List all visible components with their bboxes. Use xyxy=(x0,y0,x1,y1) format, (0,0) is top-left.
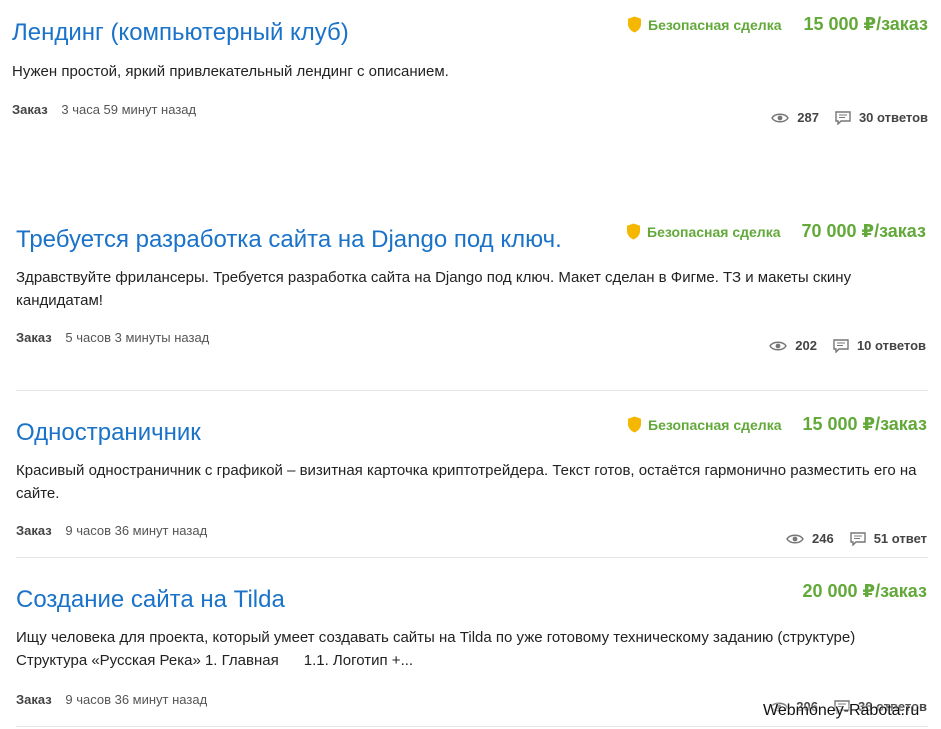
order-title-link[interactable]: Одностраничник xyxy=(16,419,201,447)
order-kind: Заказ xyxy=(16,692,52,707)
safe-deal-badge: Безопасная сделка xyxy=(627,16,782,33)
order-time: 3 часа 59 минут назад xyxy=(61,102,197,117)
order-time: 5 часов 3 минуты назад xyxy=(65,330,210,345)
safe-deal-label: Безопасная сделка xyxy=(648,416,782,433)
views-count: 202 xyxy=(795,338,817,353)
order-price: 20 000 ₽/заказ xyxy=(802,581,928,601)
safe-deal-label: Безопасная сделка xyxy=(647,223,781,240)
views-count: 246 xyxy=(811,531,834,546)
order-stats: 202 10 ответов xyxy=(769,338,926,353)
safe-deal-label: Безопасная сделка xyxy=(648,16,782,33)
safe-deal-badge: Безопасная сделка xyxy=(627,416,782,433)
eye-icon xyxy=(769,340,788,352)
order-kind: Заказ xyxy=(16,523,52,538)
shield-icon xyxy=(628,16,641,33)
order-title-link[interactable]: Требуется разработка сайта на Django под… xyxy=(16,226,562,254)
comment-icon xyxy=(835,110,851,125)
order-description: Красивый одностраничник с графикой – виз… xyxy=(16,462,917,502)
order-kind: Заказ xyxy=(16,330,52,345)
card-divider xyxy=(16,557,928,558)
order-price: 15 000 ₽/заказ xyxy=(803,14,929,34)
order-kind: Заказ xyxy=(12,102,48,117)
card-divider xyxy=(16,390,928,391)
comment-icon xyxy=(833,338,849,353)
order-meta: Заказ 3 часа 59 минут назад xyxy=(12,102,196,117)
eye-icon xyxy=(771,112,790,124)
order-title-link[interactable]: Создание сайта на Tilda xyxy=(16,586,285,614)
order-title-link[interactable]: Лендинг (компьютерный клуб) xyxy=(12,19,349,47)
order-price: 70 000 ₽/заказ xyxy=(801,221,927,241)
site-watermark: Webmoney-Rabota.ru xyxy=(763,702,920,719)
order-description: Ищу человека для проекта, который умеет … xyxy=(16,626,926,672)
card-divider xyxy=(16,726,928,727)
safe-deal-badge: Безопасная сделка xyxy=(626,223,781,240)
order-stats: 287 30 ответов xyxy=(771,110,928,125)
order-meta: Заказ 9 часов 36 минут назад xyxy=(16,692,207,707)
order-description: Здравствуйте фрилансеры. Требуется разра… xyxy=(16,269,852,309)
order-price: 15 000 ₽/заказ xyxy=(802,414,928,434)
responses-count[interactable]: 51 ответ xyxy=(874,531,927,546)
order-meta: Заказ 5 часов 3 минуты назад xyxy=(16,330,209,345)
views-count: 287 xyxy=(797,110,819,125)
shield-icon xyxy=(628,416,641,433)
order-time: 9 часов 36 минут назад xyxy=(65,692,208,707)
order-description-text: Ищу человека для проекта, который умеет … xyxy=(16,629,860,669)
shield-icon xyxy=(627,223,640,240)
responses-count[interactable]: 10 ответов xyxy=(857,338,926,353)
order-stats: 246 51 ответ xyxy=(786,531,927,546)
eye-icon xyxy=(786,533,804,545)
order-time: 9 часов 36 минут назад xyxy=(65,523,208,538)
comment-icon xyxy=(849,531,866,546)
responses-count[interactable]: 30 ответов xyxy=(859,110,928,125)
order-description: Нужен простой, яркий привлекательный лен… xyxy=(12,63,449,80)
order-meta: Заказ 9 часов 36 минут назад xyxy=(16,523,207,538)
